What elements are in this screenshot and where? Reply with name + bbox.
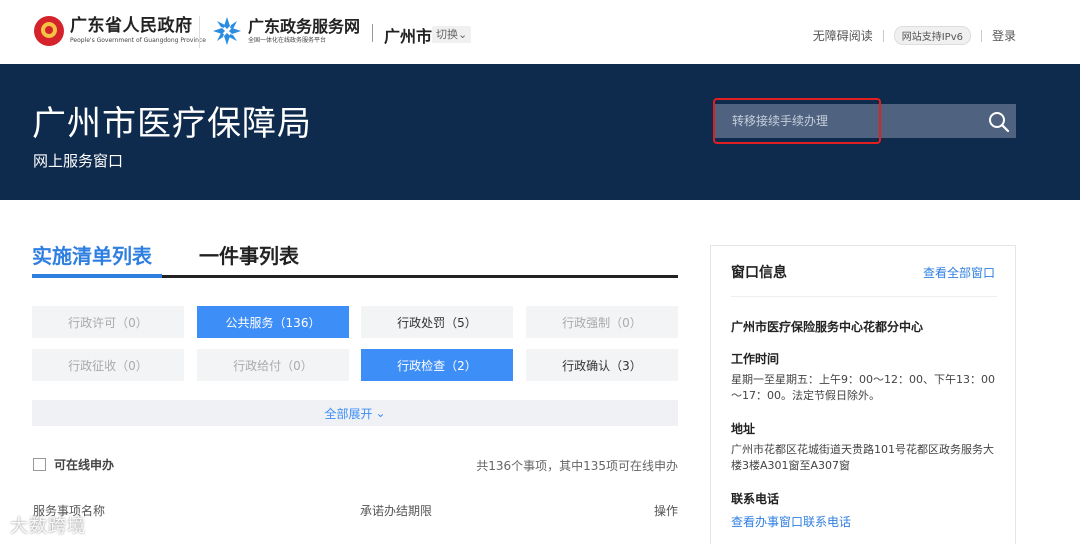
tab-active-indicator	[32, 274, 162, 278]
address-title: 地址	[731, 422, 756, 436]
national-emblem-icon	[34, 16, 64, 46]
watermark: 大数跨境	[10, 516, 86, 537]
tab-one-thing-list[interactable]: 一件事列表	[199, 240, 299, 269]
window-info-panel: 窗口信息 查看全部窗口 广州市医疗保险服务中心花都分中心 工作时间 星期一至星期…	[710, 245, 1016, 544]
login-link[interactable]: 登录	[992, 27, 1016, 44]
gov-name-en: People's Government of Guangdong Provinc…	[70, 37, 206, 44]
column-actions: 操作	[654, 504, 679, 518]
search-highlight-box	[713, 98, 881, 144]
expand-all-button[interactable]: 全部展开 ⌄	[32, 400, 678, 426]
items-count: 共136个事项，其中135项可在线申办	[476, 459, 678, 473]
city-switch-button[interactable]: 切换⌄	[432, 26, 472, 43]
current-city: 广州市	[384, 27, 433, 46]
gov-name: 广东省人民政府	[70, 16, 193, 36]
portal-logo-icon	[213, 17, 241, 45]
category-administrative-penalty[interactable]: 行政处罚（5）	[361, 306, 513, 338]
logo-divider	[199, 16, 200, 48]
divider	[882, 29, 884, 42]
view-phone-link[interactable]: 查看办事窗口联系电话	[731, 513, 851, 530]
city-divider	[372, 24, 373, 42]
chevron-down-icon: ⌄	[375, 406, 386, 420]
ipv6-badge: 网站支持IPv6	[893, 26, 971, 45]
expand-all-label: 全部展开	[324, 406, 373, 421]
category-administrative-enforcement[interactable]: 行政强制（0）	[526, 306, 678, 338]
address-text: 广州市花都区花城街道天贵路101号花都区政务服务大楼3楼A301窗至A307窗	[731, 443, 994, 472]
window-info-title: 窗口信息	[731, 265, 787, 281]
online-apply-label: 可在线申办	[54, 458, 115, 472]
gov-logo[interactable]: 广东省人民政府 People's Government of Guangdong…	[34, 16, 206, 46]
category-public-service[interactable]: 公共服务（136）	[197, 306, 349, 338]
category-administrative-inspection[interactable]: 行政检查（2）	[361, 349, 513, 381]
accessibility-link[interactable]: 无障碍阅读	[813, 27, 873, 44]
chevron-down-icon: ⌄	[458, 28, 468, 41]
category-administrative-license[interactable]: 行政许可（0）	[32, 306, 184, 338]
portal-slogan: 全国一体化在线政务服务平台	[248, 36, 327, 44]
category-administrative-payment[interactable]: 行政给付（0）	[197, 349, 349, 381]
service-center-name: 广州市医疗保险服务中心花都分中心	[731, 320, 924, 334]
top-right-links: 无障碍阅读 网站支持IPv6 登录	[813, 26, 1016, 45]
page-title: 广州市医疗保障局	[32, 104, 312, 144]
portal-logo[interactable]: 广东政务服务网 全国一体化在线政务服务平台	[212, 16, 360, 46]
working-hours-text: 星期一至星期五：上午9：00～12：00、下午13：00～17：00。法定节假日…	[731, 373, 995, 402]
tab-implementation-list[interactable]: 实施清单列表	[32, 240, 152, 269]
column-deadline: 承诺办结期限	[360, 504, 433, 518]
phone-title: 联系电话	[731, 492, 780, 506]
online-apply-checkbox[interactable]	[33, 458, 46, 471]
view-all-windows-link[interactable]: 查看全部窗口	[923, 264, 995, 281]
category-administrative-levy[interactable]: 行政征收（0）	[32, 349, 184, 381]
page-subtitle: 网上服务窗口	[33, 152, 124, 170]
category-administrative-confirmation[interactable]: 行政确认（3）	[526, 349, 678, 381]
divider	[980, 29, 982, 42]
search-icon[interactable]	[988, 111, 1010, 133]
panel-divider	[731, 296, 997, 297]
working-hours-title: 工作时间	[731, 352, 780, 366]
top-bar: 广东省人民政府 People's Government of Guangdong…	[0, 0, 1080, 64]
portal-name: 广东政务服务网	[248, 16, 361, 36]
city-switch-label: 切换	[436, 28, 458, 41]
